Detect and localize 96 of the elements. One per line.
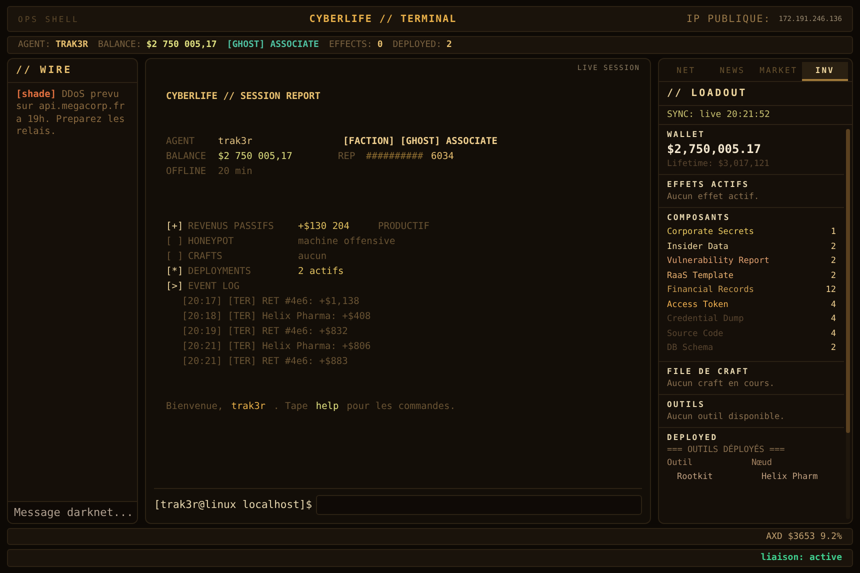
section-value: aucun: [298, 250, 328, 263]
panel-tab[interactable]: MARKET: [756, 62, 802, 81]
field-label: AGENT: [166, 135, 196, 148]
faction-label: [FACTION] [GHOST] ASSOCIATE: [343, 135, 498, 148]
section-marker: [>]: [166, 280, 184, 293]
link-status: liaison: active: [760, 553, 842, 563]
component-count: 2: [830, 255, 836, 268]
component-count: 4: [830, 328, 836, 340]
component-count: 12: [826, 284, 836, 297]
section-text: Aucun outil disponible.: [667, 412, 786, 422]
column-header: Nœud: [752, 458, 773, 468]
component-count: 4: [830, 313, 836, 326]
section-label: DEPLOYMENTS: [188, 265, 252, 278]
panel-tab[interactable]: INV: [802, 62, 848, 81]
report-title: CYBERLIFE // SESSION REPORT: [166, 90, 320, 103]
section-marker: [*]: [166, 265, 184, 278]
component-name: RaaS Template: [667, 270, 734, 282]
section-title: EFFETS ACTIFS: [667, 180, 750, 189]
component-name: Insider Data: [667, 240, 728, 254]
sync-status: SYNC: live 20:21:52: [659, 106, 852, 125]
section-note: PRODUCTIF: [378, 220, 430, 233]
section-value: machine offensive: [298, 235, 396, 248]
status-value: 0: [377, 40, 383, 50]
status-value: TRAK3R: [56, 40, 88, 50]
component-name: Access Token: [667, 298, 728, 312]
shell-label: OPS SHELL: [18, 14, 80, 24]
component-name: Financial Records: [667, 284, 754, 297]
section-marker: [ ]: [166, 250, 184, 263]
section-label: EVENT LOG: [188, 280, 240, 293]
component-count: 2: [830, 342, 836, 355]
column-header: Outil: [667, 458, 694, 468]
wallet-amount: $2,750,005.17: [667, 142, 762, 156]
component-count: 2: [830, 270, 836, 282]
event-log-line: [20:21] [TER] Helix Pharma: +$806: [182, 340, 371, 353]
section-title: OUTILS: [667, 400, 706, 408]
field-value: 20 min: [218, 165, 252, 178]
field-label: REP: [338, 150, 356, 163]
component-count: 2: [830, 240, 836, 254]
component-name: DB Schema: [667, 342, 714, 355]
username: trak3r: [231, 400, 266, 413]
status-value: [GHOST] ASSOCIATE: [226, 40, 319, 50]
field-label: BALANCE: [166, 150, 208, 163]
message-input[interactable]: Message darknet...: [8, 501, 137, 523]
scrollbar-thumb[interactable]: [846, 129, 850, 434]
section-marker: [+]: [166, 220, 184, 233]
welcome-text: . Tape: [274, 400, 308, 413]
component-name: Credential Dump: [667, 313, 744, 326]
table-cell-text: Rootkit: [676, 472, 714, 482]
status-label: AGENT:: [18, 40, 51, 50]
section-marker: [ ]: [166, 235, 184, 248]
component-count: 4: [830, 298, 836, 312]
section-title: COMPOSANTS: [667, 213, 732, 222]
section-label: REVENUS PASSIFS: [188, 220, 275, 233]
section-text: Aucun effet actif.: [667, 192, 760, 202]
welcome-text: Bienvenue,: [166, 400, 224, 413]
status-value: $2 750 005,17: [146, 40, 217, 50]
section-label: HONEYPOT: [188, 235, 235, 248]
ticker-text: AXD $3653 9.2%: [766, 532, 842, 542]
component-count: 1: [830, 226, 836, 239]
section-value: +$130 204: [298, 220, 350, 233]
field-label: OFFLINE: [166, 165, 208, 178]
event-log-line: [20:18] [TER] Helix Pharma: +$408: [182, 310, 371, 323]
ip-label: IP PUBLIQUE:: [686, 14, 771, 24]
event-log-line: [20:17] [TER] RET #4e6: +$1,138: [182, 295, 360, 308]
component-name: Corporate Secrets: [667, 226, 754, 239]
command-input[interactable]: [316, 495, 642, 515]
rep-value: 6034: [431, 150, 454, 163]
section-title: WALLET: [667, 130, 706, 139]
panel-tab[interactable]: NET: [663, 62, 710, 81]
component-name: Source Code: [667, 328, 724, 340]
rep-meter-text: ##########: [366, 150, 424, 163]
terminal-title: CYBERLIFE // TERMINAL: [309, 14, 457, 24]
chat-message: [shade] DDoS prevu sur api.megacorp.fr a 19h. Preparez les relais.: [16, 89, 126, 138]
lifetime-text: Lifetime: $3,017,121: [667, 159, 770, 169]
section-text: Aucun craft en cours.: [667, 378, 776, 388]
welcome-text: pour les commandes.: [346, 400, 456, 413]
section-label: CRAFTS: [188, 250, 224, 263]
component-name: Vulnerability Report: [667, 255, 770, 268]
status-label: DEPLOYED:: [392, 40, 442, 50]
event-log-line: [20:19] [TER] RET #4e6: +$832: [182, 325, 348, 338]
help-command: help: [316, 400, 339, 413]
field-value: $2 750 005,17: [218, 150, 294, 163]
status-value: 2: [446, 40, 452, 50]
status-label: BALANCE:: [98, 40, 142, 50]
event-log-line: [20:21] [TER] RET #4e6: +$883: [182, 355, 348, 368]
prompt-label: [trak3r@linux localhost]$: [154, 499, 312, 511]
status-label: EFFECTS:: [328, 40, 372, 50]
table-cell-text: Helix Pharm: [760, 472, 819, 482]
panel-tab[interactable]: NEWS: [709, 62, 756, 81]
panel-title: // LOADOUT: [659, 82, 852, 106]
section-title: FILE DE CRAFT: [667, 366, 750, 376]
field-value: trak3r: [218, 135, 254, 148]
table-heading: === OUTILS DÉPLOYÉS ===: [667, 444, 786, 454]
section-value: 2 actifs: [298, 265, 345, 278]
panel-title: // WIRE: [8, 59, 137, 83]
section-title: DEPLOYED: [667, 432, 719, 442]
